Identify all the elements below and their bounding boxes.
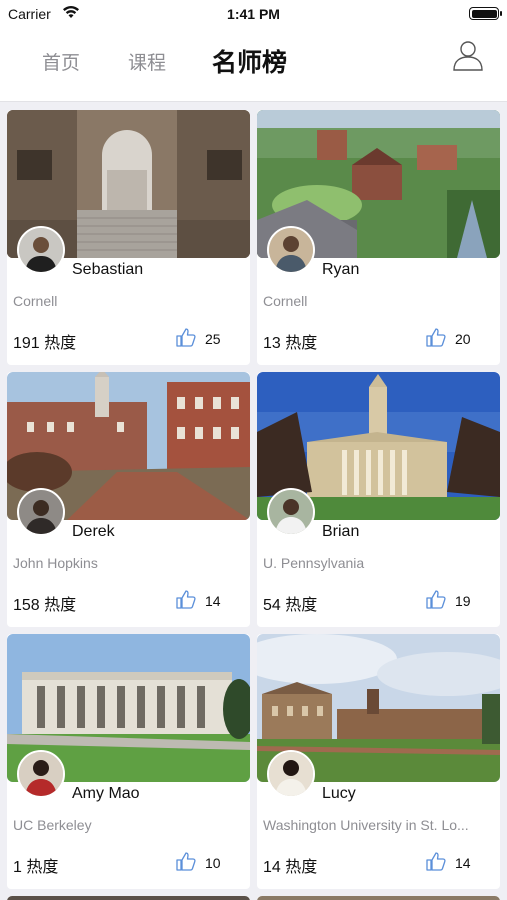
- teacher-school: U. Pennsylvania: [263, 555, 365, 571]
- campus-photo: [257, 896, 500, 900]
- user-icon[interactable]: [451, 38, 485, 72]
- teacher-card[interactable]: Brian U. Pennsylvania 54 热度 19: [257, 372, 500, 627]
- teacher-card[interactable]: [7, 896, 250, 900]
- tab-top-teachers[interactable]: 名师榜: [212, 43, 287, 79]
- teacher-school: John Hopkins: [13, 555, 98, 571]
- tab-home[interactable]: 首页: [42, 48, 80, 75]
- teacher-card[interactable]: Derek John Hopkins 158 热度 14: [7, 372, 250, 627]
- teacher-grid: Sebastian Cornell 191 热度 25 Ryan Cornell…: [0, 102, 507, 900]
- heat-score: 158 热度: [13, 597, 77, 614]
- avatar: [17, 226, 65, 274]
- thumbs-up-icon[interactable]: [425, 850, 447, 872]
- tab-courses[interactable]: 课程: [128, 48, 166, 75]
- teacher-card[interactable]: Lucy Washington University in St. Lo... …: [257, 634, 500, 889]
- teacher-school: Cornell: [263, 293, 308, 309]
- thumbs-up-icon[interactable]: [175, 326, 197, 348]
- like-count: 20: [455, 331, 471, 347]
- teacher-name: Ryan: [322, 261, 360, 278]
- heat-score: 1 热度: [13, 859, 59, 876]
- teacher-school: UC Berkeley: [13, 817, 92, 833]
- like-count: 19: [455, 593, 471, 609]
- like-count: 25: [205, 331, 221, 347]
- thumbs-up-icon[interactable]: [425, 326, 447, 348]
- thumbs-up-icon[interactable]: [175, 850, 197, 872]
- thumbs-up-icon[interactable]: [425, 588, 447, 610]
- teacher-card[interactable]: [257, 896, 500, 900]
- teacher-school: Washington University in St. Lo...: [263, 817, 469, 833]
- like-count: 14: [205, 593, 221, 609]
- avatar: [267, 226, 315, 274]
- avatar: [267, 750, 315, 798]
- campus-photo: [7, 896, 250, 900]
- avatar: [267, 488, 315, 536]
- teacher-name: Lucy: [322, 785, 356, 802]
- teacher-name: Sebastian: [72, 261, 144, 278]
- heat-score: 191 热度: [13, 335, 77, 352]
- heat-score: 13 热度: [263, 335, 318, 352]
- teacher-card[interactable]: Ryan Cornell 13 热度 20: [257, 110, 500, 365]
- avatar: [17, 750, 65, 798]
- teacher-card[interactable]: Amy Mao UC Berkeley 1 热度 10: [7, 634, 250, 889]
- like-count: 10: [205, 855, 221, 871]
- heat-score: 54 热度: [263, 597, 318, 614]
- thumbs-up-icon[interactable]: [175, 588, 197, 610]
- teacher-school: Cornell: [13, 293, 58, 309]
- status-bar: Carrier 1:41 PM: [0, 0, 507, 28]
- top-nav: 首页 课程 名师榜: [0, 28, 507, 102]
- teacher-card[interactable]: Sebastian Cornell 191 热度 25: [7, 110, 250, 365]
- clock: 1:41 PM: [227, 6, 280, 22]
- teacher-name: Brian: [322, 523, 360, 540]
- teacher-name: Derek: [72, 523, 115, 540]
- battery-icon: [469, 7, 502, 20]
- teacher-name: Amy Mao: [72, 785, 140, 802]
- heat-score: 14 热度: [263, 859, 318, 876]
- like-count: 14: [455, 855, 471, 871]
- avatar: [17, 488, 65, 536]
